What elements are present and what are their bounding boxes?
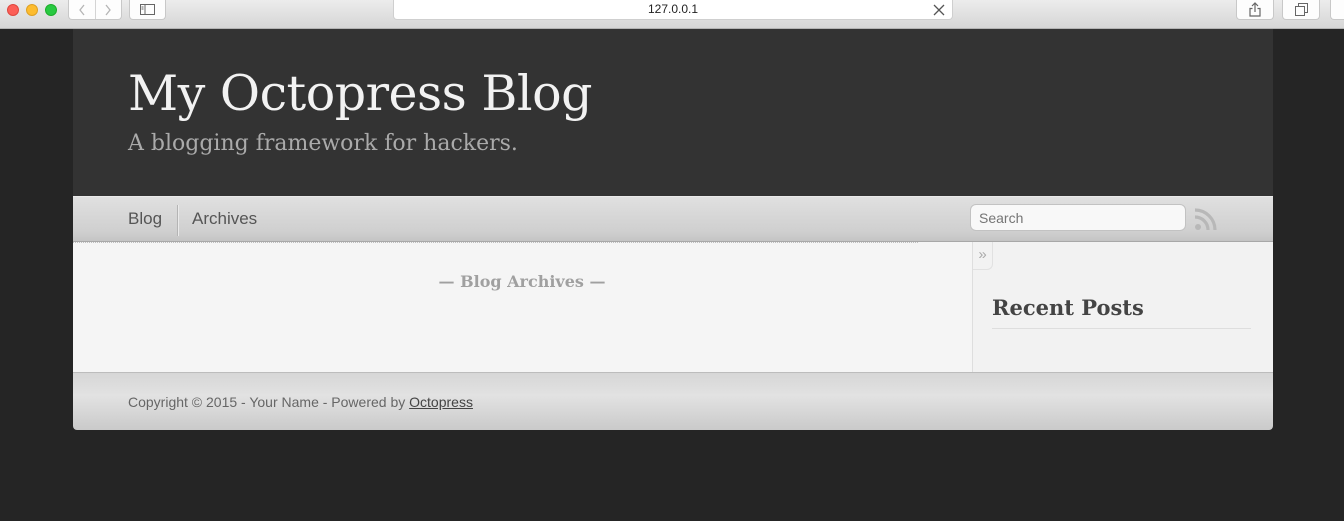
chevron-left-icon	[78, 4, 85, 15]
sidebar-icon	[140, 4, 155, 15]
content-divider	[73, 242, 918, 244]
nav-divider	[177, 205, 178, 236]
site-title[interactable]: My Octopress Blog	[128, 65, 592, 122]
blog-archives-heading: — Blog Archives —	[438, 272, 606, 291]
window-minimize-button[interactable]	[26, 4, 38, 16]
forward-button[interactable]	[94, 0, 122, 19]
toolbar-edge-button[interactable]	[1330, 0, 1344, 20]
window-maximize-button[interactable]	[45, 4, 57, 16]
search-input[interactable]	[970, 204, 1186, 231]
footer-copyright-text: Copyright © 2015 - Your Name - Powered b…	[128, 394, 410, 410]
address-text: 127.0.0.1	[647, 2, 699, 16]
recent-posts-heading: Recent Posts	[992, 295, 1144, 320]
tabs-icon	[1294, 3, 1308, 16]
main-navigation: Blog Archives	[73, 196, 1273, 242]
browser-toolbar: 127.0.0.1	[0, 0, 1344, 29]
octopress-link[interactable]: Octopress	[409, 394, 473, 410]
sidebar: » Recent Posts	[972, 242, 1273, 372]
footer-copyright: Copyright © 2015 - Your Name - Powered b…	[128, 394, 473, 410]
share-icon	[1249, 2, 1261, 17]
history-nav	[68, 0, 122, 20]
nav-item-archives[interactable]: Archives	[192, 209, 257, 229]
sidebar-toggle-button[interactable]	[129, 0, 166, 20]
share-button[interactable]	[1236, 0, 1274, 20]
recent-posts-rule	[992, 328, 1251, 329]
close-icon[interactable]	[932, 3, 946, 17]
site-subtitle: A blogging framework for hackers.	[128, 131, 518, 156]
chevron-right-icon	[105, 4, 112, 15]
window-close-button[interactable]	[7, 4, 19, 16]
show-tabs-button[interactable]	[1282, 0, 1320, 20]
address-bar[interactable]: 127.0.0.1	[393, 0, 953, 20]
site-header: My Octopress Blog A blogging framework f…	[73, 29, 1273, 196]
main-content: — Blog Archives — » Recent Posts	[73, 242, 1273, 372]
blog-page: My Octopress Blog A blogging framework f…	[73, 29, 1273, 430]
nav-item-blog[interactable]: Blog	[128, 209, 162, 229]
back-button[interactable]	[69, 0, 95, 19]
site-footer: Copyright © 2015 - Your Name - Powered b…	[73, 372, 1273, 430]
rss-icon[interactable]	[1194, 207, 1218, 231]
sidebar-collapse-toggle[interactable]: »	[973, 242, 993, 270]
